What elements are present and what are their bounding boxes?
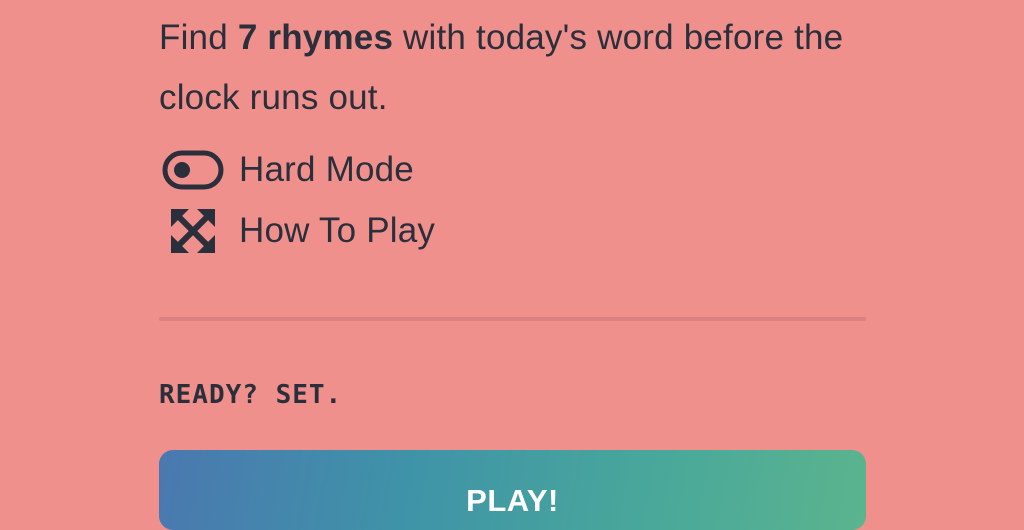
toggle-icon bbox=[162, 145, 228, 195]
hard-mode-toggle[interactable]: Hard Mode bbox=[159, 140, 414, 200]
intro-highlight: 7 rhymes bbox=[237, 18, 394, 57]
divider bbox=[159, 317, 866, 321]
intro-text-before: Find bbox=[159, 18, 238, 57]
hard-mode-label: Hard Mode bbox=[239, 150, 414, 189]
play-button[interactable]: PLAY! bbox=[159, 450, 866, 530]
expand-arrows-icon bbox=[162, 206, 228, 256]
intro-text: Find 7 rhymes with today's word before t… bbox=[159, 8, 866, 128]
how-to-play-label: How To Play bbox=[239, 211, 436, 250]
how-to-play-link[interactable]: How To Play bbox=[159, 201, 435, 261]
ready-text: READY? SET. bbox=[159, 380, 343, 410]
